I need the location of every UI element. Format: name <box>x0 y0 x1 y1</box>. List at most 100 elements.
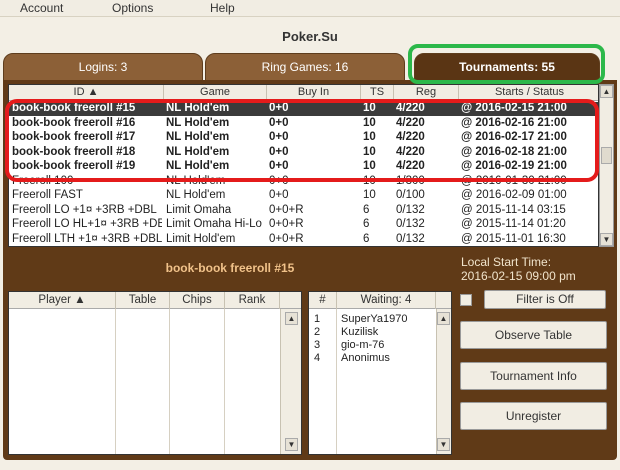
table-row[interactable]: Freeroll 100 NL Hold'em 0+0 10 1/300 @ 2016-0… <box>9 174 598 189</box>
table-row[interactable]: Freeroll LO HL+1¤ +3RB +DBL Limit Omaha H… <box>9 218 598 232</box>
cell-game: Limit Omaha <box>166 203 232 216</box>
table-row[interactable]: Freeroll LTH +1¤ +3RB +DBL Limit Hold'em 0… <box>9 232 598 247</box>
col-header-game[interactable]: Game <box>164 85 267 101</box>
tournament-table-scrollbar[interactable]: ▲ ▼ <box>599 84 614 247</box>
cell-buyin: 0+0 <box>269 131 289 143</box>
scroll-up-icon[interactable]: ▲ <box>437 312 450 325</box>
scroll-down-icon[interactable]: ▼ <box>437 438 450 451</box>
waiting-scrollbar[interactable]: ▲ ▼ <box>436 309 451 454</box>
menu-bar: Account Options Help <box>0 0 620 17</box>
scroll-thumb[interactable] <box>601 147 612 164</box>
filter-button[interactable]: Filter is Off <box>484 290 606 309</box>
table-row[interactable]: book-book freeroll #15 NL Hold'em 0+0 10 4/2… <box>9 102 598 116</box>
col-header-status[interactable]: Starts / Status <box>459 85 598 101</box>
tournament-info-button[interactable]: Tournament Info <box>460 362 607 390</box>
table-row[interactable]: Freeroll FAST NL Hold'em 0+0 10 0/100 @ 2016-… <box>9 189 598 203</box>
cell-reg: 4/220 <box>396 145 425 158</box>
table-row[interactable]: book-book freeroll #16 NL Hold'em 0+0 10 4/2… <box>9 116 598 131</box>
cell-ts: 10 <box>363 102 376 114</box>
cell-buyin: 0+0 <box>269 116 289 129</box>
waiting-player-name[interactable]: gio-m-76 <box>341 339 384 351</box>
col-header-waiting[interactable]: Waiting: 4 <box>337 292 436 309</box>
col-header-chips[interactable]: Chips <box>170 292 225 309</box>
cell-reg: 0/132 <box>396 218 425 230</box>
cell-ts: 10 <box>363 174 376 187</box>
column-divider <box>169 309 170 454</box>
cell-status: @ 2015-11-01 16:30 <box>461 232 566 245</box>
table-row[interactable]: Freeroll LO +1¤ +3RB +DBL Limit Omaha 0+0+… <box>9 203 598 218</box>
selected-tournament-name: book-book freeroll #15 <box>165 261 295 275</box>
cell-status: @ 2016-02-15 21:00 <box>461 102 567 114</box>
scroll-down-icon[interactable]: ▼ <box>285 438 298 451</box>
cell-ts: 10 <box>363 189 376 201</box>
cell-game: NL Hold'em <box>166 189 226 201</box>
cell-ts: 6 <box>363 203 370 216</box>
col-header-id[interactable]: ID ▲ <box>9 85 164 101</box>
tournament-table: ID ▲ Game Buy In TS Reg Starts / Status … <box>8 84 599 247</box>
menu-account[interactable]: Account <box>20 1 63 15</box>
observe-table-button[interactable]: Observe Table <box>460 321 607 349</box>
waiting-list-header: # Waiting: 4 <box>309 292 451 309</box>
waiting-player-name[interactable]: SuperYa1970 <box>341 313 407 325</box>
cell-buyin: 0+0 <box>269 160 289 172</box>
cell-game: Limit Hold'em <box>166 232 236 245</box>
local-start-label: Local Start Time: <box>461 255 552 269</box>
col-header-reg[interactable]: Reg <box>394 85 459 101</box>
unregister-button[interactable]: Unregister <box>460 402 607 430</box>
col-header-ts[interactable]: TS <box>361 85 394 101</box>
cell-buyin: 0+0 <box>269 174 289 187</box>
waiting-player-name[interactable]: Anonimus <box>341 352 390 364</box>
cell-status: @ 2016-01-30 21:00 <box>461 174 567 187</box>
waiting-player-name[interactable]: Kuzilisk <box>341 326 378 338</box>
players-scrollbar[interactable]: ▲ ▼ <box>280 309 301 454</box>
col-header-rank[interactable]: Rank <box>225 292 280 309</box>
cell-status: @ 2015-11-14 01:20 <box>461 218 566 230</box>
col-header-number[interactable]: # <box>309 292 337 309</box>
cell-reg: 4/220 <box>396 102 425 114</box>
cell-status: @ 2016-02-19 21:00 <box>461 160 567 172</box>
cell-id: book-book freeroll #15 <box>12 102 136 114</box>
cell-game: NL Hold'em <box>166 160 230 172</box>
scroll-down-icon[interactable]: ▼ <box>600 233 613 246</box>
cell-buyin: 0+0 <box>269 102 289 114</box>
scroll-up-icon[interactable]: ▲ <box>285 312 298 325</box>
col-header-player[interactable]: Player ▲ <box>9 292 116 309</box>
cell-game: NL Hold'em <box>166 102 230 114</box>
cell-ts: 10 <box>363 116 376 129</box>
scroll-up-icon[interactable]: ▲ <box>600 85 613 98</box>
menu-help[interactable]: Help <box>210 1 235 15</box>
cell-status: @ 2016-02-09 01:00 <box>461 189 567 201</box>
cell-id: book-book freeroll #16 <box>12 116 136 129</box>
cell-reg: 0/132 <box>396 232 425 245</box>
cell-buyin: 0+0 <box>269 189 289 201</box>
cell-ts: 10 <box>363 145 376 158</box>
cell-game: NL Hold'em <box>166 116 230 129</box>
tournament-table-header: ID ▲ Game Buy In TS Reg Starts / Status <box>9 85 598 101</box>
table-row[interactable]: book-book freeroll #19 NL Hold'em 0+0 10 4/2… <box>9 160 598 174</box>
cell-reg: 4/220 <box>396 116 425 129</box>
cell-id: book-book freeroll #19 <box>12 160 136 172</box>
column-divider <box>115 309 116 454</box>
table-row[interactable]: book-book freeroll #17 NL Hold'em 0+0 10 4/2… <box>9 131 598 145</box>
filter-checkbox[interactable] <box>460 294 472 306</box>
cell-reg: 0/100 <box>396 189 425 201</box>
cell-status: @ 2016-02-18 21:00 <box>461 145 567 158</box>
tab-ring-games[interactable]: Ring Games: 16 <box>205 53 405 81</box>
cell-reg: 4/220 <box>396 160 425 172</box>
cell-id: Freeroll LO +1¤ +3RB +DBL <box>12 203 157 216</box>
col-header-buyin[interactable]: Buy In <box>267 85 361 101</box>
menu-options[interactable]: Options <box>112 1 153 15</box>
players-table-header: Player ▲ Table Chips Rank <box>9 292 301 309</box>
cell-reg: 0/132 <box>396 203 425 216</box>
cell-reg: 1/300 <box>396 174 425 187</box>
cell-buyin: 0+0 <box>269 145 289 158</box>
cell-buyin: 0+0+R <box>269 203 304 216</box>
table-row[interactable]: book-book freeroll #18 NL Hold'em 0+0 10 4/2… <box>9 145 598 160</box>
tab-tournaments[interactable]: Tournaments: 55 <box>414 53 600 81</box>
col-header-table[interactable]: Table <box>116 292 170 309</box>
cell-game: Limit Omaha Hi-Lo <box>166 218 262 230</box>
column-divider <box>336 309 337 454</box>
cell-ts: 10 <box>363 131 376 143</box>
tab-logins[interactable]: Logins: 3 <box>3 53 203 81</box>
cell-buyin: 0+0+R <box>269 218 304 230</box>
